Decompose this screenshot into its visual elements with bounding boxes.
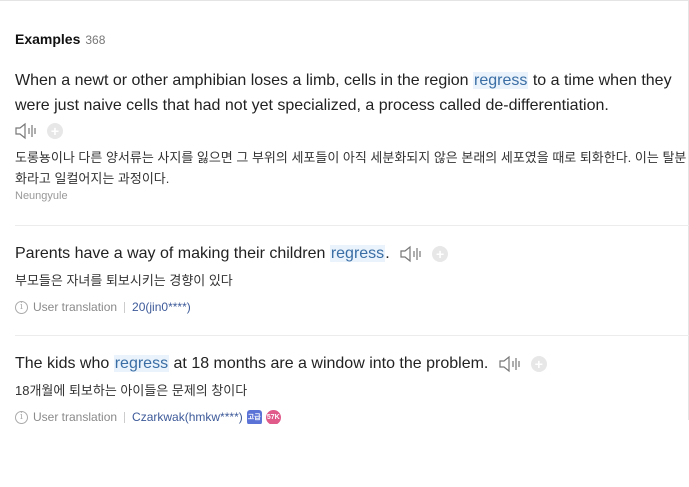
info-icon[interactable]: i	[15, 410, 28, 424]
sentence-text: The kids who	[15, 355, 114, 372]
example-actions: +	[15, 121, 687, 141]
example-translation: 도롱뇽이나 다른 양서류는 사지를 잃으면 그 부위의 세포들이 아직 세분화되…	[15, 150, 687, 186]
examples-header: Examples 368	[15, 31, 105, 47]
plus-icon[interactable]: +	[47, 123, 63, 139]
example-translation: 18개월에 퇴보하는 아이들은 문제의 창이다	[15, 383, 248, 398]
example-item: Parents have a way of making their child…	[15, 241, 687, 314]
meta-label: User translation	[33, 410, 118, 424]
plus-icon[interactable]: +	[432, 245, 449, 262]
example-item: When a newt or other amphibian loses a l…	[15, 68, 687, 202]
examples-count: 368	[85, 33, 106, 47]
example-actions: +	[493, 355, 547, 373]
sentence-text: When a newt or other amphibian loses a l…	[15, 72, 474, 89]
level-badge: 고급	[246, 410, 262, 424]
example-item: The kids who regress at 18 months are a …	[15, 351, 687, 424]
divider	[15, 225, 689, 226]
translation-meta: i User translation 20(jin0****)	[15, 300, 687, 314]
meta-separator	[124, 411, 126, 423]
speaker-icon[interactable]	[15, 122, 39, 140]
sentence-text: .	[385, 245, 390, 262]
example-sentence: Parents have a way of making their child…	[15, 241, 687, 266]
plus-icon[interactable]: +	[530, 355, 547, 372]
sentence-text: Parents have a way of making their child…	[15, 245, 330, 262]
example-translation: 부모들은 자녀를 퇴보시키는 경향이 있다	[15, 273, 233, 288]
examples-title: Examples	[15, 31, 81, 47]
example-actions: +	[394, 245, 449, 263]
keyword-highlight: regress	[113, 355, 170, 372]
sentence-text: at 18 months are a window into the probl…	[169, 355, 489, 372]
user-link[interactable]: Czarkwak(hmkw****)	[132, 410, 243, 424]
keyword-highlight: regress	[473, 72, 529, 89]
translation-meta: i User translation Czarkwak(hmkw****) 고급…	[15, 410, 687, 424]
user-link[interactable]: 20(jin0****)	[132, 300, 191, 314]
meta-separator	[124, 301, 126, 313]
speaker-icon[interactable]	[400, 245, 424, 263]
info-icon[interactable]: i	[15, 300, 28, 314]
example-sentence: The kids who regress at 18 months are a …	[15, 351, 687, 376]
keyword-highlight: regress	[329, 245, 386, 262]
top-divider	[0, 0, 689, 1]
example-sentence: When a newt or other amphibian loses a l…	[15, 68, 687, 118]
example-source: Neungyule	[15, 190, 68, 202]
meta-label: User translation	[33, 300, 118, 314]
divider	[15, 335, 689, 336]
points-badge: 57K	[265, 410, 281, 424]
speaker-icon[interactable]	[499, 355, 523, 373]
